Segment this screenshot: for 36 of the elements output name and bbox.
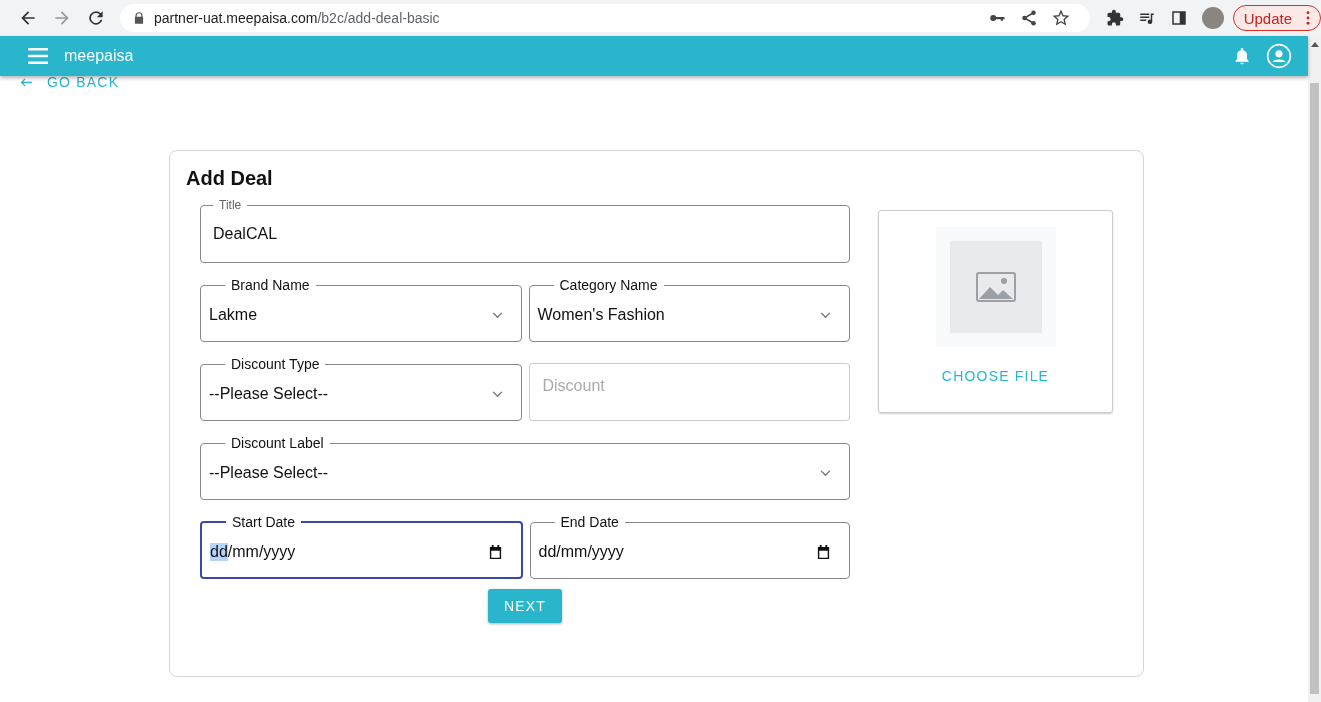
profile-avatar[interactable]: [1201, 7, 1224, 29]
calendar-icon[interactable]: [487, 544, 503, 560]
form-title: Add Deal: [186, 167, 274, 190]
select-field[interactable]: Discount Type --Please Select--: [200, 356, 522, 421]
scrollbar[interactable]: [1308, 36, 1321, 702]
puzzle-icon[interactable]: [1105, 9, 1124, 27]
field-label: End Date: [559, 514, 620, 530]
select-field[interactable]: Discount Label --Please Select--: [200, 435, 850, 500]
calendar-icon[interactable]: [816, 544, 831, 560]
address-bar[interactable]: partner-uat.meepaisa.com/b2c/add-deal-basic: [120, 4, 1090, 32]
chevron-down-icon: [491, 390, 503, 398]
url-text: partner-uat.meepaisa.com/b2c/add-deal-basic: [154, 10, 440, 26]
field-label: Discount Label: [230, 435, 325, 451]
image-icon: [975, 272, 1016, 302]
side-panel-icon[interactable]: [1169, 9, 1188, 27]
more-vertical-icon[interactable]: [1306, 11, 1310, 25]
field-label: Start Date: [231, 514, 297, 530]
chevron-down-icon: [820, 311, 831, 319]
lock-icon: [132, 11, 146, 25]
date-field[interactable]: Start Date dd/mm/yyyy: [200, 514, 523, 579]
chevron-down-icon: [491, 311, 503, 319]
input-field[interactable]: Title DealCAL: [200, 198, 850, 263]
field-label: Title: [218, 198, 243, 212]
chevron-down-icon: [820, 469, 831, 477]
field-label: Category Name: [558, 277, 659, 293]
brand-name: meepaisa: [64, 47, 134, 65]
reload-icon[interactable]: [86, 8, 106, 28]
select-field[interactable]: Brand Name Lakme: [200, 277, 522, 342]
update-button[interactable]: Update: [1232, 5, 1321, 31]
share-icon[interactable]: [1019, 9, 1038, 27]
arrow-left-icon: [20, 77, 33, 87]
date-field[interactable]: End Date dd/mm/yyyy: [529, 514, 850, 579]
field-label: Discount Type: [230, 356, 321, 372]
select-field[interactable]: Category Name Women's Fashion: [528, 277, 850, 342]
star-icon[interactable]: [1051, 9, 1070, 27]
field-label: Brand Name: [230, 277, 311, 293]
